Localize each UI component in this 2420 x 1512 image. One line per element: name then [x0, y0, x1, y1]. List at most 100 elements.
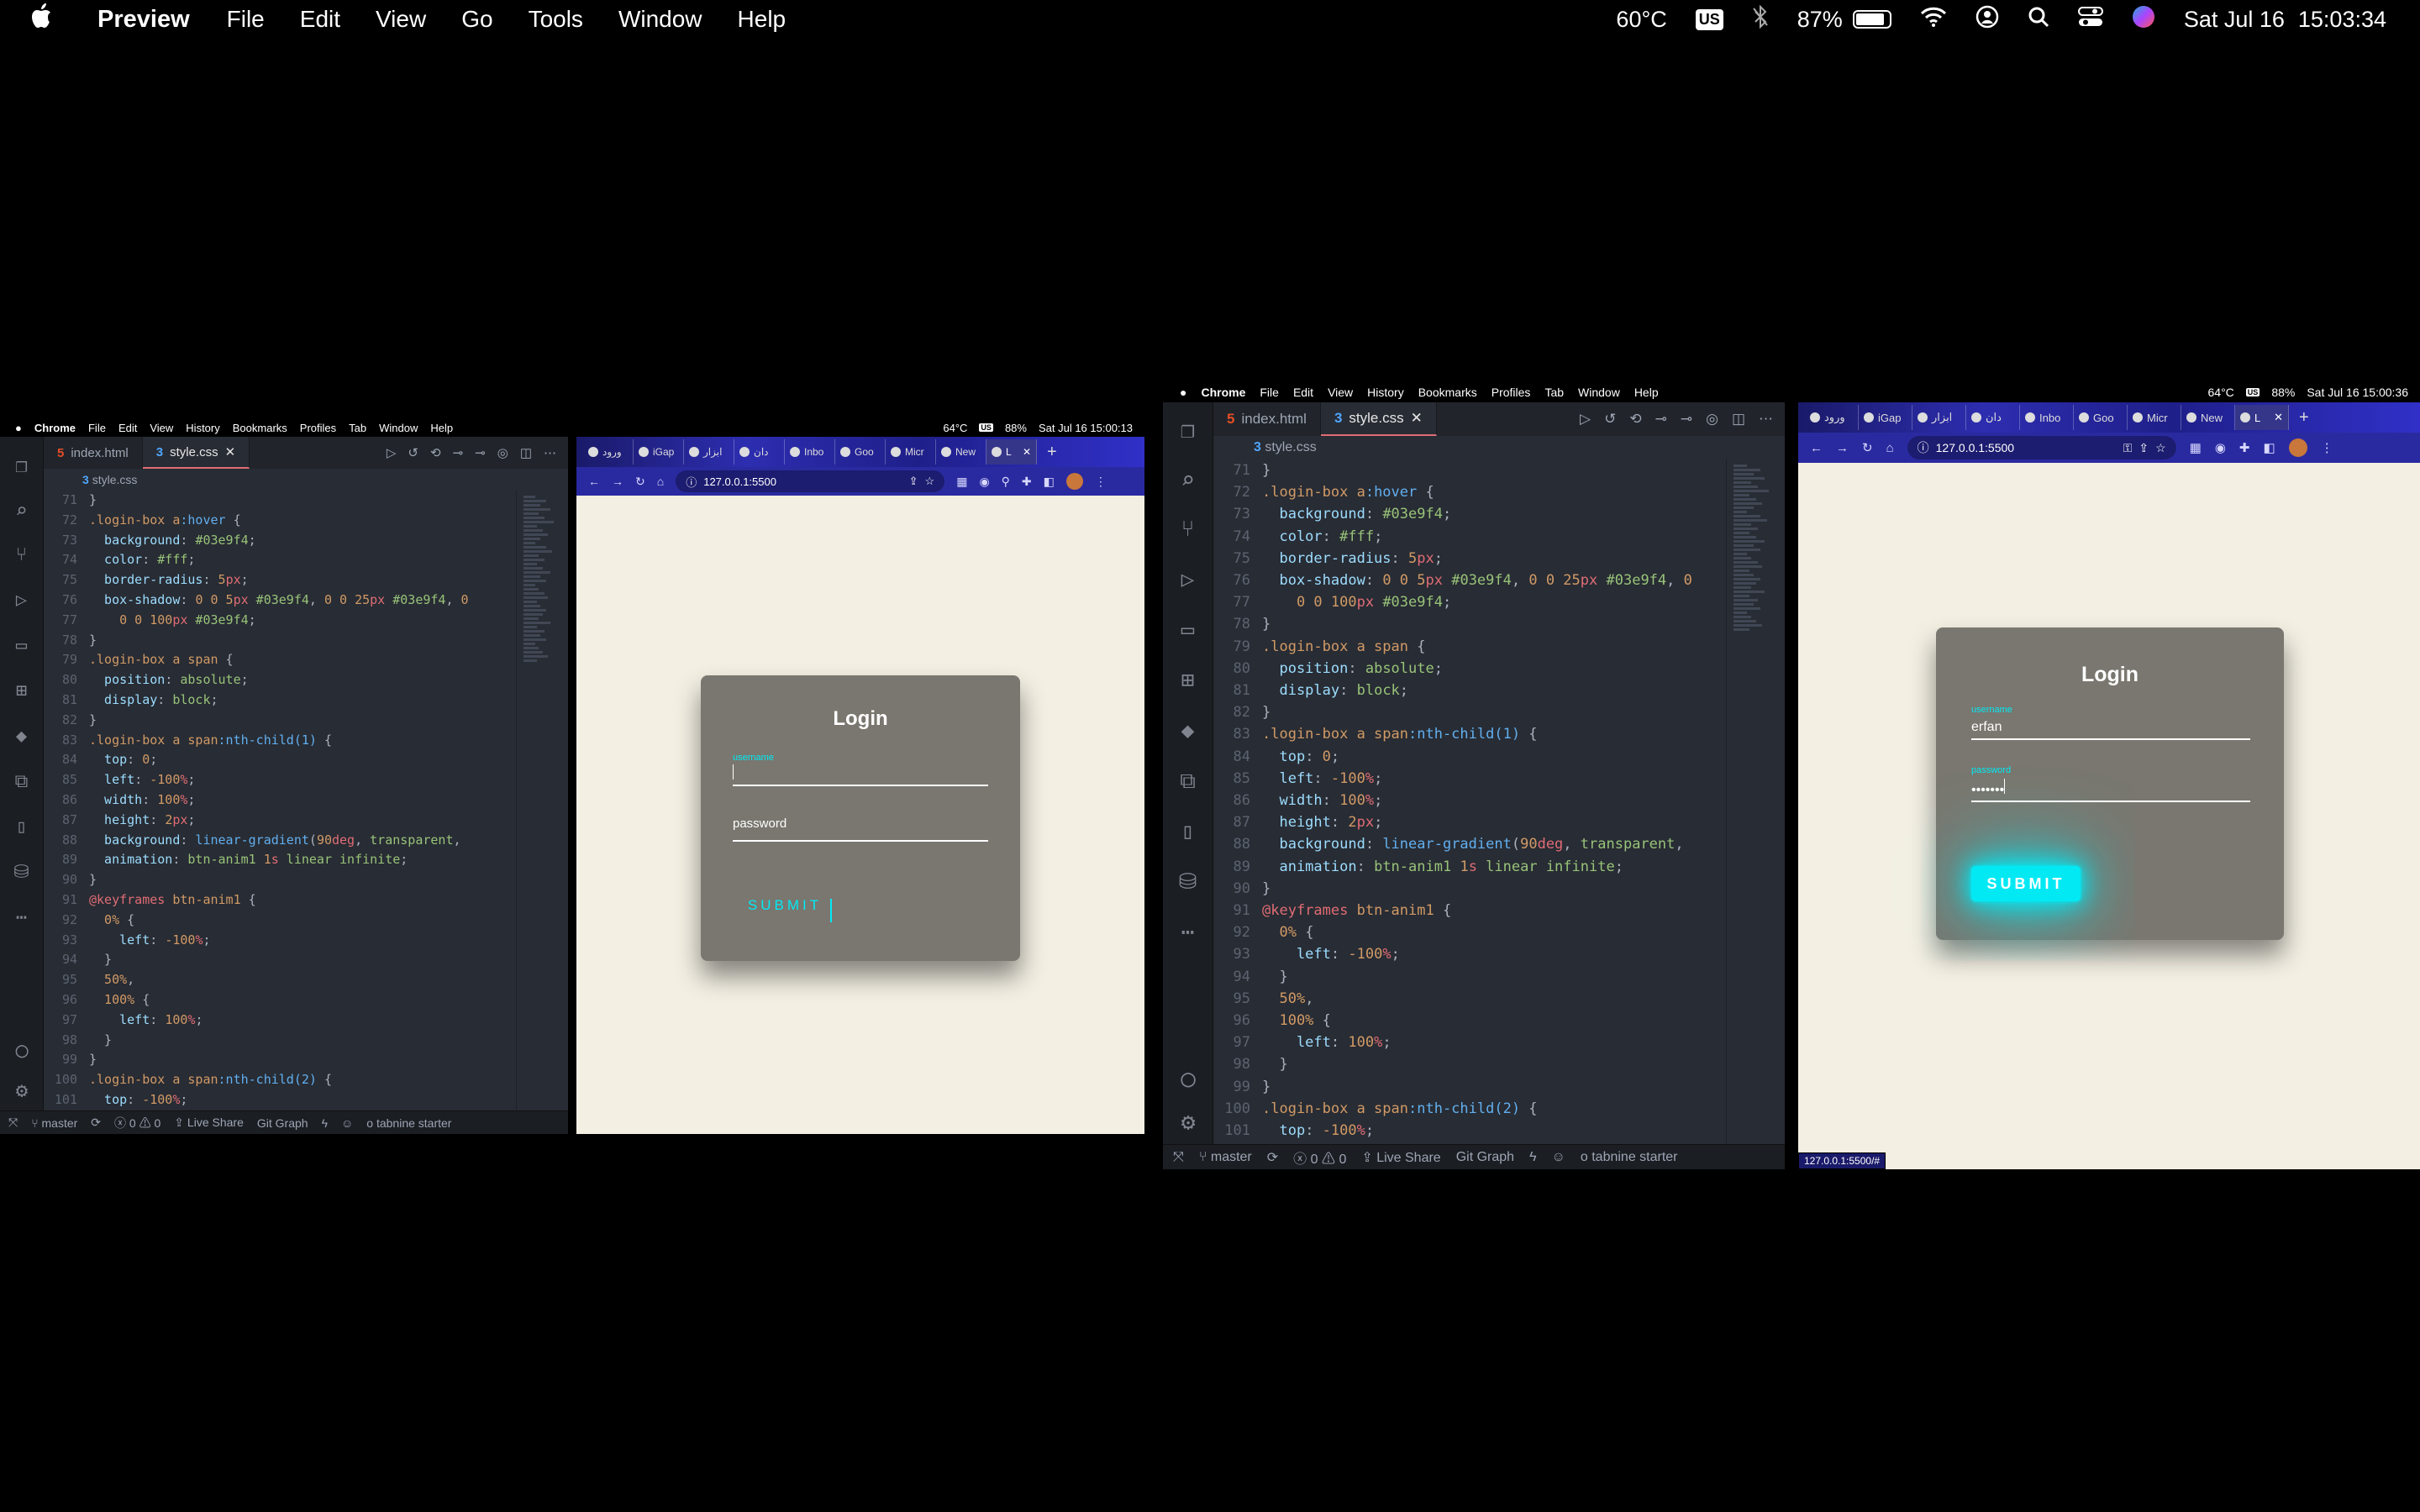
- bookmark-star-icon[interactable]: ☆: [2155, 441, 2166, 455]
- accounts-icon[interactable]: ◯: [1163, 1064, 1213, 1092]
- input-source-icon[interactable]: US: [1695, 8, 1723, 30]
- extension-icon[interactable]: ▦: [2190, 440, 2202, 455]
- home-icon[interactable]: ⌂: [657, 475, 664, 488]
- submit-button[interactable]: SUBMIT: [1971, 866, 2081, 901]
- search-icon[interactable]: ⌕: [1163, 466, 1213, 517]
- browser-tab[interactable]: iGap: [1859, 405, 1912, 430]
- run-icon[interactable]: ▷: [1580, 411, 1591, 428]
- remote-explorer-icon[interactable]: ▭: [1163, 617, 1213, 668]
- browser-tab[interactable]: L ✕: [986, 439, 1037, 465]
- browser-tab[interactable]: New: [936, 439, 986, 465]
- menu-edit[interactable]: Edit: [300, 6, 340, 33]
- browser-tab[interactable]: Micr: [886, 439, 936, 465]
- breadcrumb-file[interactable]: style.css: [1265, 440, 1316, 454]
- git-compare-icon[interactable]: ⟲: [1629, 411, 1641, 428]
- live-share-button[interactable]: ⇪ Live Share: [174, 1116, 244, 1130]
- run-debug-icon[interactable]: ▷: [1163, 567, 1213, 617]
- extensions-puzzle-icon[interactable]: ✚: [1022, 475, 1032, 489]
- share-icon[interactable]: ⇪: [909, 475, 918, 488]
- live-share-button[interactable]: ⇪ Live Share: [1361, 1149, 1440, 1166]
- forward-icon[interactable]: →: [612, 475, 623, 488]
- password-field[interactable]: password •••••••: [1971, 765, 2250, 802]
- history-icon[interactable]: ↺: [408, 445, 418, 460]
- extension-icon[interactable]: ◉: [2215, 440, 2226, 455]
- extension-icon[interactable]: ◉: [979, 475, 989, 489]
- settings-gear-icon[interactable]: ⚙: [1163, 1108, 1213, 1136]
- browser-tab[interactable]: iGap: [634, 439, 684, 465]
- git-graph-button[interactable]: Git Graph: [1456, 1150, 1514, 1165]
- tabnine-status[interactable]: o tabnine starter: [366, 1116, 451, 1130]
- remote-icon[interactable]: ⤧: [1173, 1150, 1184, 1165]
- remote-icon[interactable]: ⤧: [8, 1116, 18, 1130]
- extensions-puzzle-icon[interactable]: ✚: [2239, 440, 2250, 455]
- more-actions-icon[interactable]: ⋯: [1759, 411, 1773, 428]
- explorer-icon[interactable]: ❐: [1163, 416, 1213, 466]
- forward-icon[interactable]: →: [1836, 441, 1849, 455]
- tab-index-html[interactable]: 5 index.html: [1213, 402, 1321, 436]
- close-icon[interactable]: ✕: [225, 444, 236, 459]
- close-icon[interactable]: ✕: [1411, 410, 1423, 427]
- browser-tab[interactable]: New: [2181, 405, 2235, 430]
- minimap[interactable]: [1726, 459, 1785, 1144]
- browser-tab[interactable]: Inbo: [2020, 405, 2074, 430]
- browser-tab[interactable]: L ✕: [2235, 405, 2289, 430]
- username-field[interactable]: username: [733, 753, 988, 786]
- reload-icon[interactable]: ↻: [635, 475, 645, 489]
- user-account-icon[interactable]: [1975, 5, 1999, 34]
- chrome-menu-icon[interactable]: ⋮: [2321, 440, 2333, 455]
- site-info-icon[interactable]: ⓘ: [1918, 439, 1929, 456]
- commit-icon[interactable]: ⊸: [1655, 411, 1667, 428]
- menu-go[interactable]: Go: [461, 6, 492, 33]
- sync-icon[interactable]: ⟳: [91, 1116, 101, 1130]
- extensions-icon[interactable]: ⊞: [0, 680, 43, 726]
- run-icon[interactable]: ▷: [387, 445, 397, 460]
- menu-tools[interactable]: Tools: [529, 6, 583, 33]
- feedback-icon[interactable]: ☺: [1552, 1150, 1565, 1165]
- temperature-status[interactable]: 60°C: [1616, 7, 1666, 33]
- source-control-icon[interactable]: ⑂: [1163, 517, 1213, 567]
- extension-icon[interactable]: ▦: [956, 475, 967, 489]
- live-share-icon[interactable]: ⧉: [1163, 769, 1213, 819]
- side-panel-icon[interactable]: ◧: [1044, 475, 1055, 489]
- share-icon[interactable]: ⇪: [2139, 441, 2149, 455]
- time-display[interactable]: 15:03:34: [2298, 7, 2386, 33]
- docker-icon[interactable]: ◆: [1163, 718, 1213, 769]
- browser-tab[interactable]: دان: [1966, 405, 2020, 430]
- problems-indicator[interactable]: ⓧ 0 ⚠ 0: [1293, 1147, 1346, 1168]
- commit-icon[interactable]: ⊸: [475, 445, 486, 460]
- home-icon[interactable]: ⌂: [1886, 441, 1894, 455]
- breadcrumb-file[interactable]: style.css: [92, 473, 138, 486]
- tab-index-html[interactable]: 5 index.html: [44, 437, 143, 469]
- new-tab-icon[interactable]: +: [1037, 443, 1067, 462]
- new-tab-icon[interactable]: +: [2289, 408, 2319, 428]
- browser-tab[interactable]: ورود: [1805, 405, 1859, 430]
- feedback-icon[interactable]: ☺: [341, 1116, 353, 1130]
- menu-app-name[interactable]: Preview: [97, 6, 190, 34]
- close-tab-icon[interactable]: ✕: [2274, 411, 2283, 424]
- extension-icon[interactable]: ⚲: [1002, 475, 1010, 489]
- minimap[interactable]: [516, 491, 568, 1110]
- code-editor[interactable]: 71} 72 .login-box a:hover {73 background: …: [1213, 459, 1726, 1144]
- settings-gear-icon[interactable]: ⚙: [0, 1079, 44, 1102]
- submit-button[interactable]: SUBMIT: [733, 890, 837, 921]
- commit-icon[interactable]: ⊸: [1681, 411, 1692, 428]
- timeline-icon[interactable]: ◎: [1706, 411, 1718, 428]
- back-icon[interactable]: ←: [1810, 441, 1823, 455]
- password-field[interactable]: password: [733, 810, 988, 842]
- bolt-icon[interactable]: ϟ: [322, 1116, 328, 1130]
- browser-tab[interactable]: ورود: [583, 439, 634, 465]
- sync-icon[interactable]: ⟳: [1267, 1149, 1278, 1166]
- password-key-icon[interactable]: ⚿: [2123, 441, 2133, 455]
- more-icon[interactable]: ⋯: [0, 907, 43, 953]
- remote-explorer-icon[interactable]: ▭: [0, 635, 43, 680]
- explorer-icon[interactable]: ❐: [0, 454, 43, 499]
- menu-window[interactable]: Window: [618, 6, 702, 33]
- live-share-icon[interactable]: ⧉: [0, 771, 43, 816]
- browser-tab[interactable]: ابزار: [1912, 405, 1966, 430]
- git-compare-icon[interactable]: ⟲: [430, 445, 441, 460]
- wifi-icon[interactable]: [1920, 7, 1947, 33]
- date-display[interactable]: Sat Jul 16: [2184, 7, 2285, 33]
- history-icon[interactable]: ↺: [1604, 411, 1616, 428]
- address-bar[interactable]: ⓘ 127.0.0.1:5500 ⚿ ⇪ ☆: [1907, 436, 2176, 459]
- address-bar[interactable]: ⓘ 127.0.0.1:5500 ⇪ ☆: [676, 470, 945, 492]
